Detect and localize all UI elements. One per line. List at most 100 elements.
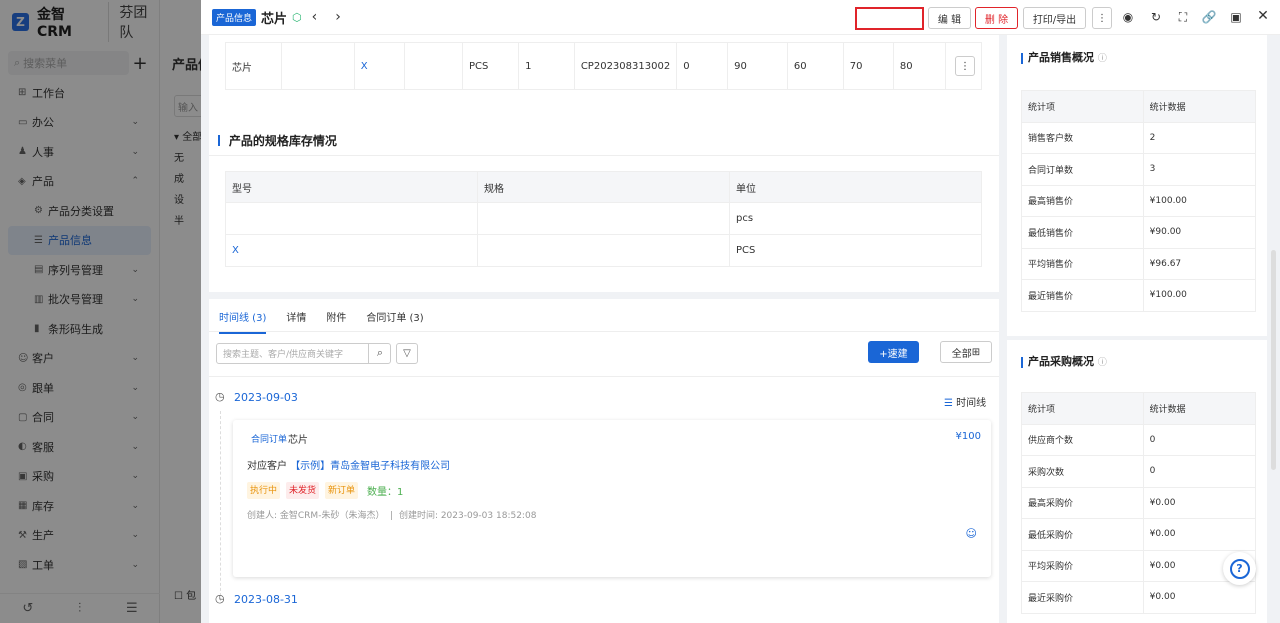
prev-record-icon[interactable]: ‹ [312,9,318,25]
table-cell: 最高采购价 [1021,486,1144,519]
table-cell: 芯片 [225,42,282,90]
comment-icon[interactable]: ☺ [966,527,977,540]
column-header: 型号 [225,171,478,203]
quick-create-button[interactable]: +速建 [868,341,919,363]
table-row: 最高销售价 ¥100.00 [1021,184,1257,217]
close-icon[interactable]: ✕ [1255,8,1271,24]
table-cell[interactable]: X [225,234,478,267]
status-badge: 未发货 [286,482,320,499]
table-cell: 平均采购价 [1021,549,1144,582]
timeline-search-input[interactable]: 搜索主题、客户/供应商关键字 [216,343,391,364]
creator-text: 创建人: 金智CRM-朱砂（朱海杰） [247,511,385,521]
next-record-icon[interactable]: › [335,9,341,25]
purchase-summary-table: 统计项 统计数据 供应商个数 0 采购次数 0 最高采购价 ¥0.00 最低采购价 ¥0.00 平均… [1021,392,1257,614]
module-badge: 产品信息 [212,8,257,26]
timeline-entry-card[interactable]: 合同订单 芯片 ¥100 对应客户 【示例】青岛金智电子科技有限公司 执行中 未… [233,420,991,577]
table-cell: ¥0.00 [1142,581,1257,614]
right-column: 产品销售概况 ⓘ 统计项 统计数据 销售客户数 2 合同订单数 3 最高销售价 ¥100.00… [1007,35,1267,623]
purchase-summary-header: 产品采购概况 ⓘ [1021,353,1107,369]
print-export-button[interactable]: 打印/导出 [1023,7,1086,29]
question-icon: ? [1229,558,1250,579]
table-cell: 销售客户数 [1021,121,1144,154]
entry-type-tag: 合同订单 [251,435,288,445]
table-cell: 80 [892,42,947,90]
column-header: 统计项 [1021,392,1144,425]
save-icon[interactable]: ▣ [1228,10,1244,24]
created-time-text: 创建时间: 2023-09-03 18:52:08 [398,511,537,521]
timeline-line [220,411,221,601]
sales-summary-table: 统计项 统计数据 销售客户数 2 合同订单数 3 最高销售价 ¥100.00 最低销售价 ¥90.… [1021,90,1257,312]
help-icon[interactable]: ⓘ [1098,358,1107,368]
table-cell: 1 [518,42,575,90]
table-cell: CP202308313002 [573,42,678,90]
help-button[interactable]: ? [1223,552,1256,585]
table-cell[interactable]: X [353,42,405,90]
column-header: 统计项 [1021,90,1144,123]
table-cell: 合同订单数 [1021,153,1144,186]
record-icon[interactable]: ◉ [1120,10,1136,24]
entry-price: ¥100 [955,431,981,442]
table-cell: 3 [1142,153,1257,186]
clock-icon: ◷ [215,390,225,403]
table-row: 最高采购价 ¥0.00 [1021,486,1257,519]
table-header-row: 型号 规格 单位 [225,171,982,203]
table-row: X PCS [225,234,982,267]
table-cell: 70 [842,42,894,90]
spec-section-header: 产品的规格库存情况 [209,132,999,156]
search-icon[interactable]: ⌕ [368,343,391,364]
customer-link[interactable]: 【示例】青岛金智电子科技有限公司 [290,461,450,472]
more-icon[interactable]: ⋮ [955,56,975,76]
section-marker [1021,52,1023,64]
help-icon[interactable]: ⓘ [1098,54,1107,64]
timeline-date: 2023-09-03 [234,391,298,404]
edit-button[interactable]: 编 辑 [928,7,971,29]
entry-meta: 创建人: 金智CRM-朱砂（朱海杰） | 创建时间: 2023-09-03 18… [247,511,537,521]
table-header-row: 统计项 统计数据 [1021,90,1257,123]
column-header: 单位 [729,171,982,203]
grid-icon: ⊞ [971,346,981,358]
link-icon[interactable]: 🔗 [1201,10,1217,24]
table-cell: 最高销售价 [1021,184,1144,217]
table-cell: ¥0.00 [1142,486,1257,519]
sales-summary-card: 产品销售概况 ⓘ 统计项 统计数据 销售客户数 2 合同订单数 3 最高销售价 ¥100.00… [1007,35,1267,336]
timeline-date: 2023-08-31 [234,593,298,606]
table-header-row: 统计项 统计数据 [1021,392,1257,425]
table-cell: 平均销售价 [1021,247,1144,280]
all-filter-label: 全部 [951,348,972,360]
table-cell: ¥100.00 [1142,279,1257,312]
table-cell [403,42,463,90]
refresh-icon[interactable]: ↻ [1148,10,1164,24]
spec-table: 型号 规格 单位 pcs X PCS [225,171,982,267]
table-cell [280,42,355,90]
filter-icon[interactable]: ▽ [396,343,418,364]
clock-icon: ◷ [215,592,225,605]
timeline-view-link[interactable]: ☰ 时间线 [944,394,986,409]
status-badge: 执行中 [247,482,281,499]
table-cell: ¥96.67 [1142,247,1257,280]
drawer-scrollbar[interactable] [1271,250,1276,470]
highlight-box [855,7,924,30]
section-marker [218,135,220,146]
table-cell: 最近销售价 [1021,279,1144,312]
delete-button[interactable]: 删 除 [975,7,1018,29]
table-cell: 0 [676,42,729,90]
entry-tags: 执行中 未发货 新订单 数量：1 [247,482,406,499]
cube-icon: ⬡ [292,10,302,24]
all-filter-button[interactable]: 全部 ⊞ [940,341,992,363]
row-actions-cell: ⋮ [945,42,982,90]
product-row-table: 芯片 X PCS 1 CP202308313002 0 90 60 70 80 ⋮ [225,42,982,90]
table-cell [477,202,730,235]
quantity-text: 数量：1 [367,487,404,498]
fullscreen-icon[interactable]: ⛶ [1175,10,1191,25]
table-cell: 供应商个数 [1021,423,1144,456]
timeline-link-label: 时间线 [956,398,987,409]
table-cell: ¥100.00 [1142,184,1257,217]
more-icon[interactable]: ⋮ [1092,7,1112,29]
table-row: 平均销售价 ¥96.67 [1021,247,1257,280]
table-row: 平均采购价 ¥0.00 [1021,549,1257,582]
section-marker [1021,356,1023,368]
table-cell: PCS [461,42,520,90]
table-row: 最低销售价 ¥90.00 [1021,216,1257,249]
table-row: 最近采购价 ¥0.00 [1021,581,1257,614]
table-cell: pcs [729,202,982,235]
